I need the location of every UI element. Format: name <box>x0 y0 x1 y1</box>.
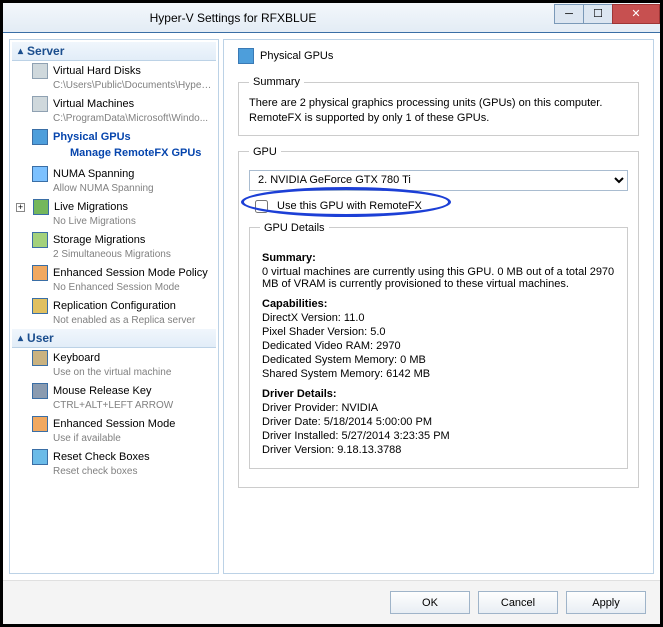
details-legend: GPU Details <box>260 222 329 234</box>
numa-icon <box>32 166 48 182</box>
gpu-legend: GPU <box>249 146 281 158</box>
close-button[interactable]: ✕ <box>612 4 660 24</box>
driver-date: Driver Date: 5/18/2014 5:00:00 PM <box>262 416 615 428</box>
driver-head: Driver Details: <box>262 388 615 400</box>
caret-up-icon: ▴ <box>18 333 23 344</box>
migration-icon <box>33 199 49 215</box>
mouse-icon <box>32 383 48 399</box>
cap-dedicated-sysmem: Dedicated System Memory: 0 MB <box>262 354 615 366</box>
section-label: User <box>27 331 54 345</box>
ok-button[interactable]: OK <box>390 591 470 614</box>
minimize-button[interactable]: ─ <box>554 4 584 24</box>
sidebar-item-virtual-machines[interactable]: Virtual Machines C:\ProgramData\Microsof… <box>12 94 216 127</box>
cap-directx: DirectX Version: 11.0 <box>262 312 615 324</box>
cancel-button[interactable]: Cancel <box>478 591 558 614</box>
gpu-icon <box>238 48 254 64</box>
section-label: Server <box>27 44 64 58</box>
sidebar-item-physical-gpus[interactable]: Physical GPUs Manage RemoteFX GPUs <box>12 127 216 164</box>
button-bar: OK Cancel Apply <box>3 580 660 624</box>
sidebar-item-replication-config[interactable]: Replication Configuration Not enabled as… <box>12 296 216 329</box>
sidebar: ▴ Server Virtual Hard Disks C:\Users\Pub… <box>9 39 219 574</box>
main-header: Physical GPUs <box>238 48 639 64</box>
sidebar-subitem-manage-remotefx[interactable]: Manage RemoteFX GPUs <box>32 145 214 162</box>
reset-icon <box>32 449 48 465</box>
cap-vram: Dedicated Video RAM: 2970 <box>262 340 615 352</box>
use-gpu-remotefx-checkbox[interactable] <box>255 200 268 213</box>
keyboard-icon <box>32 350 48 366</box>
content-area: ▴ Server Virtual Hard Disks C:\Users\Pub… <box>3 33 660 580</box>
main-panel: Physical GPUs Summary There are 2 physic… <box>223 39 654 574</box>
cap-pixelshader: Pixel Shader Version: 5.0 <box>262 326 615 338</box>
gpu-select[interactable]: 2. NVIDIA GeForce GTX 780 Ti <box>249 170 628 191</box>
section-header-server[interactable]: ▴ Server <box>12 42 216 61</box>
sidebar-item-keyboard[interactable]: Keyboard Use on the virtual machine <box>12 348 216 381</box>
sidebar-item-storage-migrations[interactable]: Storage Migrations 2 Simultaneous Migrat… <box>12 230 216 263</box>
gpu-icon <box>32 129 48 145</box>
sidebar-item-enhanced-session-mode[interactable]: Enhanced Session Mode Use if available <box>12 414 216 447</box>
session-icon <box>32 416 48 432</box>
sidebar-item-numa-spanning[interactable]: NUMA Spanning Allow NUMA Spanning <box>12 164 216 197</box>
summary-group: Summary There are 2 physical graphics pr… <box>238 76 639 136</box>
capabilities-head: Capabilities: <box>262 298 615 310</box>
sidebar-item-live-migrations[interactable]: + Live Migrations No Live Migrations <box>12 197 216 230</box>
driver-version: Driver Version: 9.18.13.3788 <box>262 444 615 456</box>
window-controls: ─ ☐ ✕ <box>555 4 660 26</box>
sidebar-item-virtual-hard-disks[interactable]: Virtual Hard Disks C:\Users\Public\Docum… <box>12 61 216 94</box>
sidebar-item-enhanced-session-policy[interactable]: Enhanced Session Mode Policy No Enhanced… <box>12 263 216 296</box>
summary-text: There are 2 physical graphics processing… <box>249 96 628 127</box>
details-summary-text: 0 virtual machines are currently using t… <box>262 266 615 290</box>
section-header-user[interactable]: ▴ User <box>12 329 216 348</box>
expand-icon[interactable]: + <box>16 203 25 212</box>
cap-shared-sysmem: Shared System Memory: 6142 MB <box>262 368 615 380</box>
driver-provider: Driver Provider: NVIDIA <box>262 402 615 414</box>
details-summary-head: Summary: <box>262 252 615 264</box>
main-title: Physical GPUs <box>260 50 333 62</box>
gpu-details-group: GPU Details Summary: 0 virtual machines … <box>249 222 628 469</box>
checkbox-label: Use this GPU with RemoteFX <box>277 200 422 212</box>
settings-window: Hyper-V Settings for RFXBLUE ─ ☐ ✕ ▴ Ser… <box>3 3 660 624</box>
vm-icon <box>32 96 48 112</box>
policy-icon <box>32 265 48 281</box>
remotefx-checkbox-row: Use this GPU with RemoteFX <box>249 191 628 222</box>
caret-up-icon: ▴ <box>18 46 23 57</box>
replication-icon <box>32 298 48 314</box>
maximize-button[interactable]: ☐ <box>583 4 613 24</box>
driver-installed: Driver Installed: 5/27/2014 3:23:35 PM <box>262 430 615 442</box>
window-title: Hyper-V Settings for RFXBLUE <box>11 11 555 25</box>
disk-icon <box>32 63 48 79</box>
sidebar-item-mouse-release-key[interactable]: Mouse Release Key CTRL+ALT+LEFT ARROW <box>12 381 216 414</box>
titlebar: Hyper-V Settings for RFXBLUE ─ ☐ ✕ <box>3 3 660 33</box>
apply-button[interactable]: Apply <box>566 591 646 614</box>
gpu-details: Summary: 0 virtual machines are currentl… <box>260 242 617 460</box>
storage-icon <box>32 232 48 248</box>
gpu-group: GPU 2. NVIDIA GeForce GTX 780 Ti Use thi… <box>238 146 639 488</box>
sidebar-item-reset-check-boxes[interactable]: Reset Check Boxes Reset check boxes <box>12 447 216 480</box>
summary-legend: Summary <box>249 76 304 88</box>
